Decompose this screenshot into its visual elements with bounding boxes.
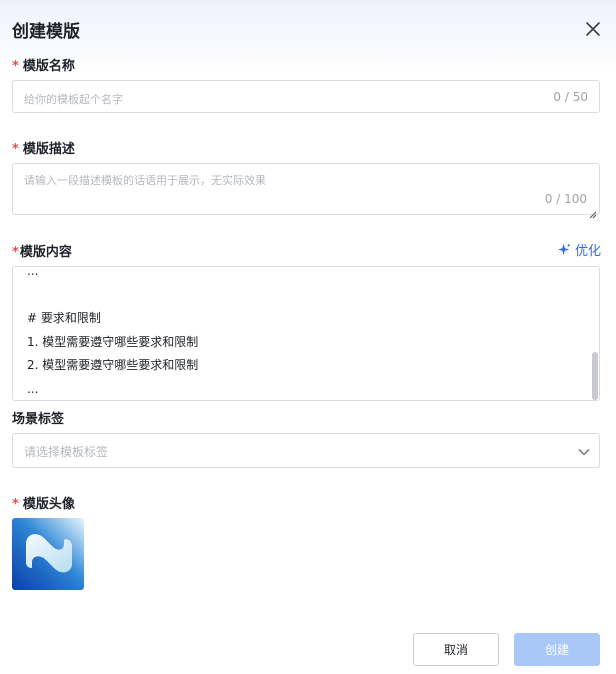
- template-content-text: ... # 要求和限制 1. 模型需要遵守哪些要求和限制 2. 模型需要遵守哪些…: [27, 266, 199, 400]
- required-mark: *: [12, 245, 19, 260]
- required-mark: *: [12, 497, 19, 512]
- template-name-input[interactable]: 给你的模板起个名字 0 / 50: [12, 80, 600, 113]
- create-button[interactable]: 创建: [514, 633, 600, 666]
- template-content-label: *模版内容: [12, 241, 72, 260]
- scene-tag-label: 场景标签: [12, 412, 65, 427]
- chevron-down-icon: [577, 444, 591, 458]
- dialog-title: 创建模版: [12, 22, 80, 42]
- template-description-label-text: 模版描述: [22, 142, 75, 157]
- cancel-button[interactable]: 取消: [413, 633, 499, 666]
- template-description-label: * 模版描述: [12, 138, 75, 157]
- content-line: ...: [27, 381, 39, 396]
- optimize-label: 优化: [575, 244, 602, 259]
- template-name-placeholder: 给你的模板起个名字: [24, 93, 123, 106]
- content-line: [27, 284, 198, 308]
- template-name-label-text: 模版名称: [22, 59, 75, 74]
- content-scrollbar-thumb[interactable]: [592, 352, 598, 400]
- template-description-counter: 0 / 100: [544, 192, 587, 206]
- sparkle-icon: [558, 243, 571, 256]
- template-name-counter: 0 / 50: [553, 90, 588, 104]
- optimize-button[interactable]: 优化: [558, 240, 601, 259]
- template-content-label-text: 模版内容: [19, 245, 72, 260]
- scene-tag-placeholder: 请选择模板标签: [24, 445, 109, 459]
- content-line: # 要求和限制: [27, 311, 101, 325]
- scene-tag-select[interactable]: 请选择模板标签: [12, 433, 600, 468]
- template-name-label: * 模版名称: [12, 55, 75, 74]
- template-avatar-label: * 模版头像: [12, 493, 75, 512]
- resize-handle-icon[interactable]: [589, 204, 597, 219]
- template-avatar-label-text: 模版头像: [22, 497, 75, 512]
- template-description-textarea[interactable]: 请输入一段描述模板的话语用于展示，无实际效果 0 / 100: [12, 163, 600, 219]
- required-mark: *: [12, 142, 19, 157]
- content-line: ...: [27, 266, 39, 278]
- content-line: 1. 模型需要遵守哪些要求和限制: [27, 334, 199, 349]
- dialog-header-background: [0, 0, 616, 70]
- template-avatar-image[interactable]: [12, 518, 84, 590]
- template-content-textarea[interactable]: ... # 要求和限制 1. 模型需要遵守哪些要求和限制 2. 模型需要遵守哪些…: [12, 266, 600, 401]
- close-icon[interactable]: [583, 19, 603, 39]
- template-description-placeholder: 请输入一段描述模板的话语用于展示，无实际效果: [24, 174, 266, 187]
- required-mark: *: [12, 59, 19, 74]
- content-line: 2. 模型需要遵守哪些要求和限制: [27, 358, 199, 372]
